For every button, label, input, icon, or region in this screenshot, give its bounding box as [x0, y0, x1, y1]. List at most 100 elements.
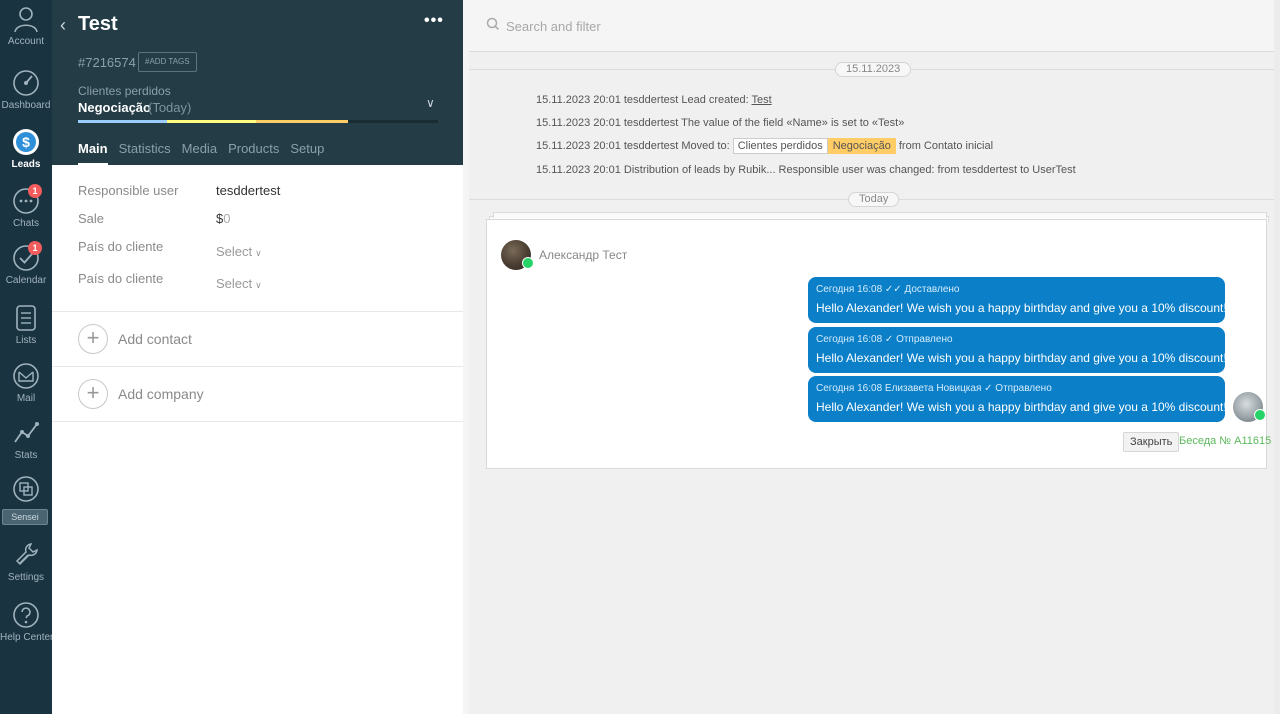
- event-text: 15.11.2023 20:01 tesddertest Lead create…: [536, 94, 752, 106]
- event-text: 15.11.2023 20:01 tesddertest Moved to:: [536, 140, 733, 152]
- svg-text:$: $: [22, 134, 30, 150]
- main-nav-rail: Account Dashboard $ Leads 1 Chats 1 Cale…: [0, 0, 54, 714]
- stage-dropdown-chevron-icon[interactable]: ∨: [426, 96, 435, 110]
- feed-event-field-set: 15.11.2023 20:01 tesddertest The value o…: [536, 117, 904, 129]
- calendar-badge: 1: [28, 241, 42, 255]
- nav-calendar[interactable]: 1 Calendar: [0, 241, 52, 286]
- nav-settings[interactable]: Settings: [0, 540, 52, 583]
- add-contact-button[interactable]: + Add contact: [78, 324, 378, 356]
- lead-tabs: Main Statistics Media Products Setup: [78, 141, 335, 165]
- lead-card-header: ‹ Test ••• #7216574 #ADD TAGS Clientes p…: [52, 0, 463, 165]
- nav-sensei[interactable]: [0, 474, 52, 504]
- lists-icon: [16, 305, 36, 331]
- nav-label: Chats: [12, 218, 40, 229]
- chevron-down-icon: ∨: [255, 280, 262, 290]
- mail-icon: [13, 363, 39, 389]
- nav-label: Dashboard: [1, 100, 51, 111]
- search-icon: [486, 17, 500, 31]
- sensei-icon: [13, 476, 39, 502]
- responsible-user-value[interactable]: tesddertest: [216, 183, 280, 198]
- chat-message: Сегодня 16:08 Елизавета Новицкая ✓ Отпра…: [808, 376, 1227, 422]
- contact-name[interactable]: Александр Тест: [539, 248, 627, 262]
- field-label: Sale: [78, 211, 105, 226]
- sensei-tag[interactable]: Sensei: [2, 509, 48, 525]
- chat-stack-edge: [493, 212, 1267, 218]
- chat-conversation: Александр Тест Сегодня 16:08 ✓✓ Доставле…: [486, 219, 1271, 469]
- close-conversation-button[interactable]: Закрыть: [1123, 432, 1180, 452]
- message-meta: Сегодня 16:08 ✓✓ Доставлено: [816, 284, 960, 295]
- scrollbar[interactable]: [1274, 0, 1280, 714]
- nav-mail[interactable]: Mail: [0, 361, 52, 404]
- add-company-button[interactable]: + Add company: [78, 379, 378, 411]
- more-options-icon[interactable]: •••: [424, 12, 444, 30]
- nav-label: Lists: [15, 335, 37, 346]
- stage-progress-fill: [78, 120, 348, 123]
- event-tail: from Contato inicial: [895, 140, 994, 152]
- field-label: País do cliente: [78, 271, 164, 286]
- lead-title[interactable]: Test: [78, 13, 118, 36]
- tab-setup[interactable]: Setup: [290, 141, 324, 163]
- pipeline-name: Clientes perdidos: [78, 84, 171, 98]
- nav-stats[interactable]: Stats: [0, 418, 52, 461]
- nav-label: Calendar: [5, 275, 47, 286]
- tab-products[interactable]: Products: [228, 141, 279, 163]
- feed-event-lead-created: 15.11.2023 20:01 tesddertest Lead create…: [536, 94, 772, 106]
- event-text: 15.11.2023 20:01 tesddertest The value o…: [536, 117, 905, 129]
- field-responsible-user: Responsible user tesddertest: [78, 183, 438, 203]
- tab-media[interactable]: Media: [182, 141, 217, 163]
- tab-main[interactable]: Main: [78, 141, 108, 165]
- select-placeholder: Select: [216, 276, 253, 291]
- chat-message: Сегодня 16:08 ✓✓ Доставлено Hello Alexan…: [808, 277, 1227, 323]
- nav-label: Account: [7, 36, 45, 47]
- field-pais-do-cliente-2: País do cliente Select ∨: [78, 271, 438, 291]
- tab-statistics[interactable]: Statistics: [119, 141, 171, 163]
- chevron-down-icon: ∨: [255, 248, 262, 258]
- nav-lists[interactable]: Lists: [0, 303, 52, 346]
- stage-name[interactable]: Negociação: [78, 100, 151, 115]
- message-text: Hello Alexander! We wish you a happy bir…: [816, 301, 1227, 315]
- pais-select-2[interactable]: Select ∨: [216, 276, 262, 291]
- search-input[interactable]: [506, 16, 1206, 36]
- field-pais-do-cliente-1: País do cliente Select ∨: [78, 239, 438, 259]
- chats-badge: 1: [28, 184, 42, 198]
- event-text: 15.11.2023 20:01 Distribution of leads b…: [536, 164, 1076, 176]
- message-meta: Сегодня 16:08 Елизавета Новицкая ✓ Отпра…: [816, 383, 1052, 394]
- nav-leads[interactable]: $ Leads: [0, 127, 52, 170]
- nav-help-center[interactable]: Help Center: [0, 600, 54, 643]
- field-label: País do cliente: [78, 239, 164, 254]
- whatsapp-icon: [1254, 409, 1266, 421]
- nav-label: Help Center: [0, 632, 54, 643]
- message-text: Hello Alexander! We wish you a happy bir…: [816, 351, 1227, 365]
- nav-label: Mail: [16, 393, 36, 404]
- nav-chats[interactable]: 1 Chats: [0, 184, 52, 229]
- message-text: Hello Alexander! We wish you a happy bir…: [816, 400, 1227, 414]
- stage-progress-bar: [78, 120, 438, 123]
- select-placeholder: Select: [216, 244, 253, 259]
- nav-dashboard[interactable]: Dashboard: [0, 68, 52, 111]
- date-pill-today: Today: [848, 192, 900, 207]
- date-pill: 15.11.2023: [835, 62, 912, 77]
- plus-circle-icon: +: [78, 324, 108, 354]
- pipeline-chip: Clientes perdidos: [732, 138, 828, 154]
- stage-chip: Negociação: [827, 138, 896, 154]
- conversation-link[interactable]: Беседа № A11615: [1179, 435, 1271, 447]
- stage-when: (Today): [148, 100, 192, 115]
- feed-event-distribution: 15.11.2023 20:01 Distribution of leads b…: [536, 164, 1076, 176]
- sale-input[interactable]: $0: [216, 211, 230, 226]
- nav-label: Leads: [11, 159, 41, 170]
- whatsapp-icon: [522, 257, 534, 269]
- help-center-icon: [13, 602, 39, 628]
- add-tags-button[interactable]: #ADD TAGS: [138, 52, 197, 72]
- back-chevron-icon[interactable]: ‹: [60, 15, 76, 35]
- add-company-label: Add company: [118, 386, 204, 402]
- nav-account[interactable]: Account: [0, 4, 52, 47]
- chat-message: Сегодня 16:08 ✓ Отправлено Hello Alexand…: [808, 327, 1227, 373]
- field-sale: Sale $0: [78, 211, 438, 231]
- dashboard-icon: [13, 70, 39, 96]
- divider: [52, 421, 463, 422]
- pais-select-1[interactable]: Select ∨: [216, 244, 262, 259]
- lead-feed: 15.11.2023 15.11.2023 20:01 tesddertest …: [469, 0, 1274, 714]
- account-icon: [14, 7, 38, 33]
- search-bar: [469, 0, 1274, 52]
- lead-link[interactable]: Test: [751, 94, 771, 106]
